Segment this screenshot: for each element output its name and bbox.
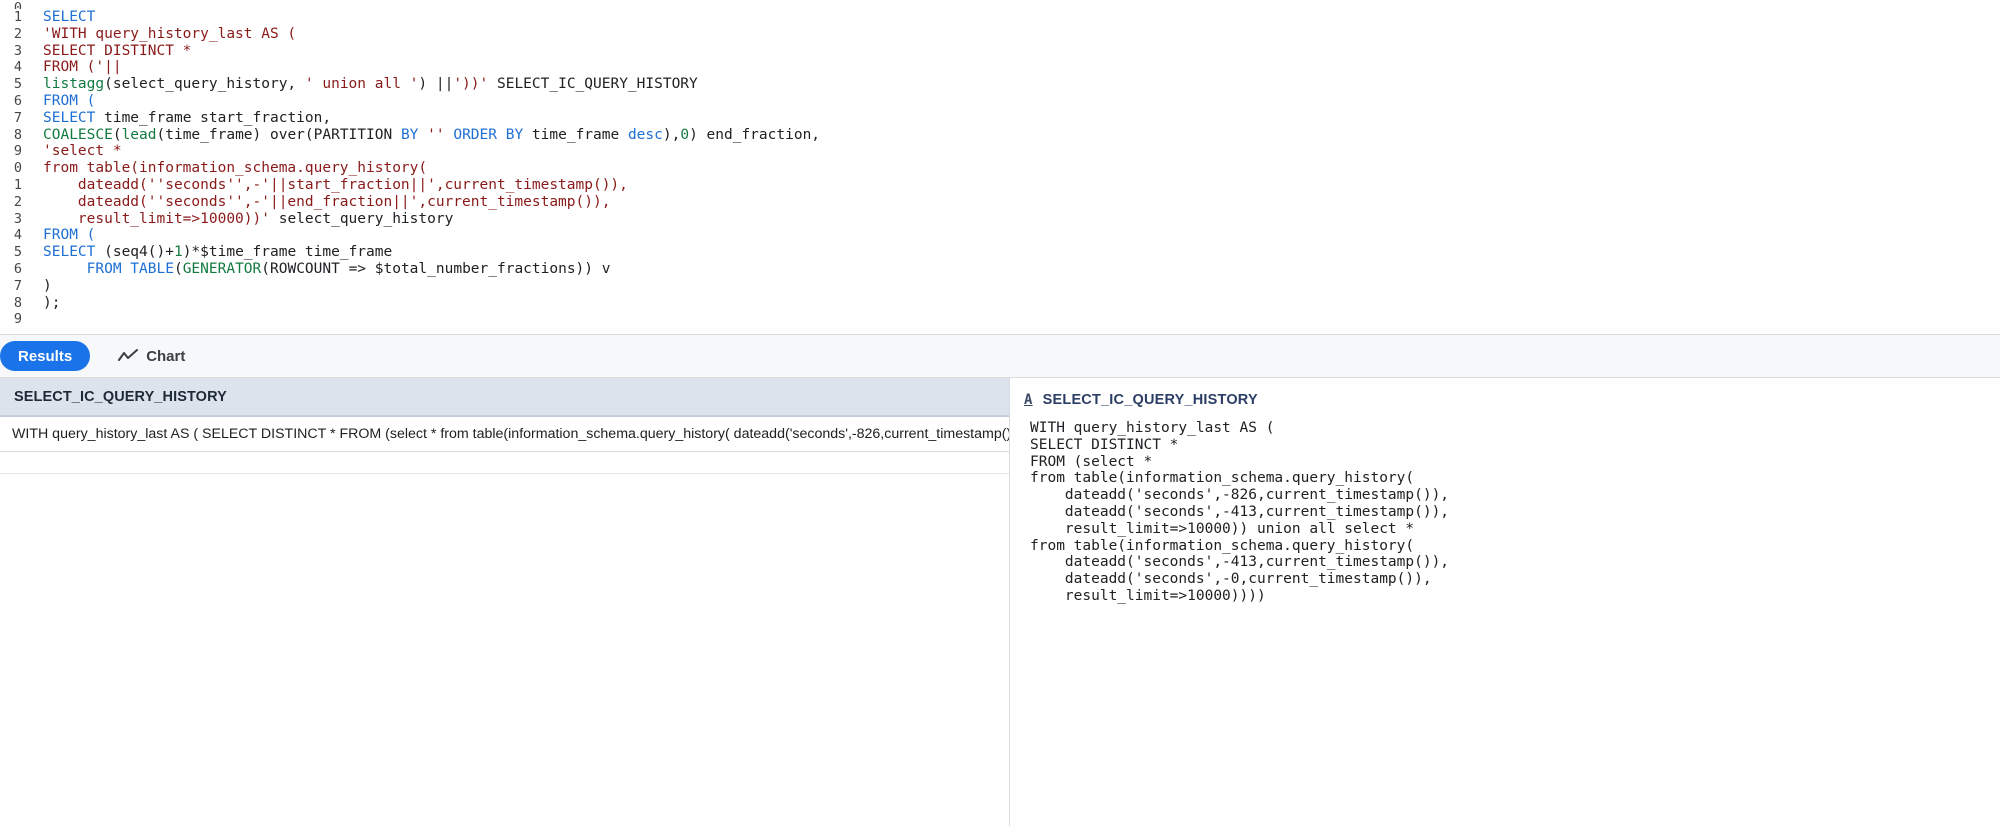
code-line-text: listagg(select_query_history, ' union al…	[43, 76, 698, 93]
code-line[interactable]: 3 SELECT DISTINCT *	[0, 43, 2000, 60]
table-cell-value: WITH query_history_last AS ( SELECT DIST…	[12, 426, 1009, 442]
code-line[interactable]: 8 COALESCE(lead(time_frame) over(PARTITIO…	[0, 127, 2000, 144]
code-line-text: dateadd(''seconds'',-'||end_fraction||',…	[43, 193, 611, 210]
results-column-header-label: SELECT_IC_QUERY_HISTORY	[14, 388, 227, 405]
tab-chart-label: Chart	[146, 347, 186, 365]
code-line-text: 'WITH query_history_last AS (	[43, 25, 297, 42]
cell-detail-pane: A SELECT_IC_QUERY_HISTORY WITH query_his…	[1010, 378, 2000, 826]
code-line-text: result_limit=>10000))' select_query_hist…	[43, 210, 454, 227]
code-line[interactable]: 4 FROM ('||	[0, 59, 2000, 76]
line-number: 9	[13, 143, 22, 160]
code-line-text: dateadd(''seconds'',-'||start_fraction||…	[43, 176, 628, 193]
results-table-pane[interactable]: SELECT_IC_QUERY_HISTORY WITH query_histo…	[0, 378, 1010, 826]
line-number: 5	[13, 76, 22, 93]
code-line-text: SELECT (seq4()+1)*$time_frame time_frame	[43, 244, 393, 261]
code-line[interactable]: 6 FROM (	[0, 93, 2000, 110]
line-number: 9	[13, 311, 22, 328]
results-tabbar: Results Chart	[0, 334, 2000, 378]
code-line[interactable]: 5 SELECT (seq4()+1)*$time_frame time_fram…	[0, 244, 2000, 261]
cell-detail-header: A SELECT_IC_QUERY_HISTORY	[1020, 392, 2000, 408]
line-number: 8	[13, 126, 22, 143]
code-line-text: SELECT	[43, 9, 96, 25]
code-line[interactable]: 6 FROM TABLE(GENERATOR(ROWCOUNT => $tota…	[0, 261, 2000, 278]
results-empty-row	[0, 452, 1009, 474]
code-line[interactable]: 9	[0, 311, 2000, 328]
code-line[interactable]: 9 'select *	[0, 143, 2000, 160]
code-line[interactable]: 2 'WITH query_history_last AS (	[0, 26, 2000, 43]
code-line[interactable]: 3 result_limit=>10000))' select_query_hi…	[0, 211, 2000, 228]
line-number: 7	[13, 277, 22, 294]
code-line-text: FROM (	[43, 227, 96, 244]
code-line-text: FROM ('||	[43, 59, 122, 76]
code-line[interactable]: 5 listagg(select_query_history, ' union a…	[0, 76, 2000, 93]
code-line[interactable]: 8);	[0, 295, 2000, 312]
results-area: SELECT_IC_QUERY_HISTORY WITH query_histo…	[0, 378, 2000, 826]
code-line[interactable]: 1 SELECT	[0, 9, 2000, 26]
line-number: 1	[13, 176, 22, 193]
text-type-icon: A	[1024, 392, 1033, 408]
code-line[interactable]: 0 from table(information_schema.query_his…	[0, 160, 2000, 177]
code-line-text: SELECT time_frame start_fraction,	[43, 109, 332, 126]
code-line[interactable]: 1 dateadd(''seconds'',-'||start_fraction…	[0, 177, 2000, 194]
line-chart-icon	[118, 349, 139, 363]
code-line-text: FROM (	[43, 92, 96, 109]
cell-detail-value: WITH query_history_last AS ( SELECT DIST…	[1030, 420, 1450, 604]
tab-results[interactable]: Results	[0, 341, 91, 371]
tab-results-label: Results	[18, 347, 73, 365]
line-number: 2	[13, 25, 22, 42]
code-line-text: 'select *	[43, 143, 122, 160]
sql-code-editor[interactable]: 0 1 SELECT 2 'WITH query_history_last AS (3 S…	[0, 0, 2000, 334]
line-number: 3	[13, 210, 22, 227]
code-line[interactable]: 4 FROM (	[0, 227, 2000, 244]
code-line-text: );	[43, 294, 61, 311]
table-row[interactable]: WITH query_history_last AS ( SELECT DIST…	[0, 416, 1009, 452]
line-number: 6	[13, 260, 22, 277]
cell-detail-title: SELECT_IC_QUERY_HISTORY	[1042, 392, 1258, 408]
code-line-text: COALESCE(lead(time_frame) over(PARTITION…	[43, 126, 821, 143]
code-line-text: )	[43, 277, 52, 294]
tab-chart[interactable]: Chart	[100, 341, 203, 371]
line-number: 0	[13, 160, 22, 177]
code-line[interactable]: 7 SELECT time_frame start_fraction,	[0, 110, 2000, 127]
line-number: 7	[13, 109, 22, 126]
code-line-text: FROM TABLE(GENERATOR(ROWCOUNT => $total_…	[86, 260, 611, 277]
line-number: 8	[13, 294, 22, 311]
line-number: 1	[13, 9, 22, 25]
line-number: 0	[13, 0, 22, 9]
code-lines-container[interactable]: 0 1 SELECT 2 'WITH query_history_last AS (3 S…	[0, 0, 2000, 328]
results-column-header[interactable]: SELECT_IC_QUERY_HISTORY	[0, 378, 1009, 416]
line-number: 2	[13, 193, 22, 210]
line-number: 3	[13, 42, 22, 59]
code-line[interactable]: 2 dateadd(''seconds'',-'||end_fraction||…	[0, 194, 2000, 211]
line-number: 6	[13, 92, 22, 109]
code-line[interactable]: 7)	[0, 278, 2000, 295]
code-line-text: SELECT DISTINCT *	[43, 42, 192, 59]
code-line[interactable]: 0	[0, 0, 2000, 9]
line-number: 4	[13, 227, 22, 244]
code-line-text: from table(information_schema.query_hist…	[43, 160, 428, 177]
line-number: 5	[13, 244, 22, 261]
line-number: 4	[13, 59, 22, 76]
